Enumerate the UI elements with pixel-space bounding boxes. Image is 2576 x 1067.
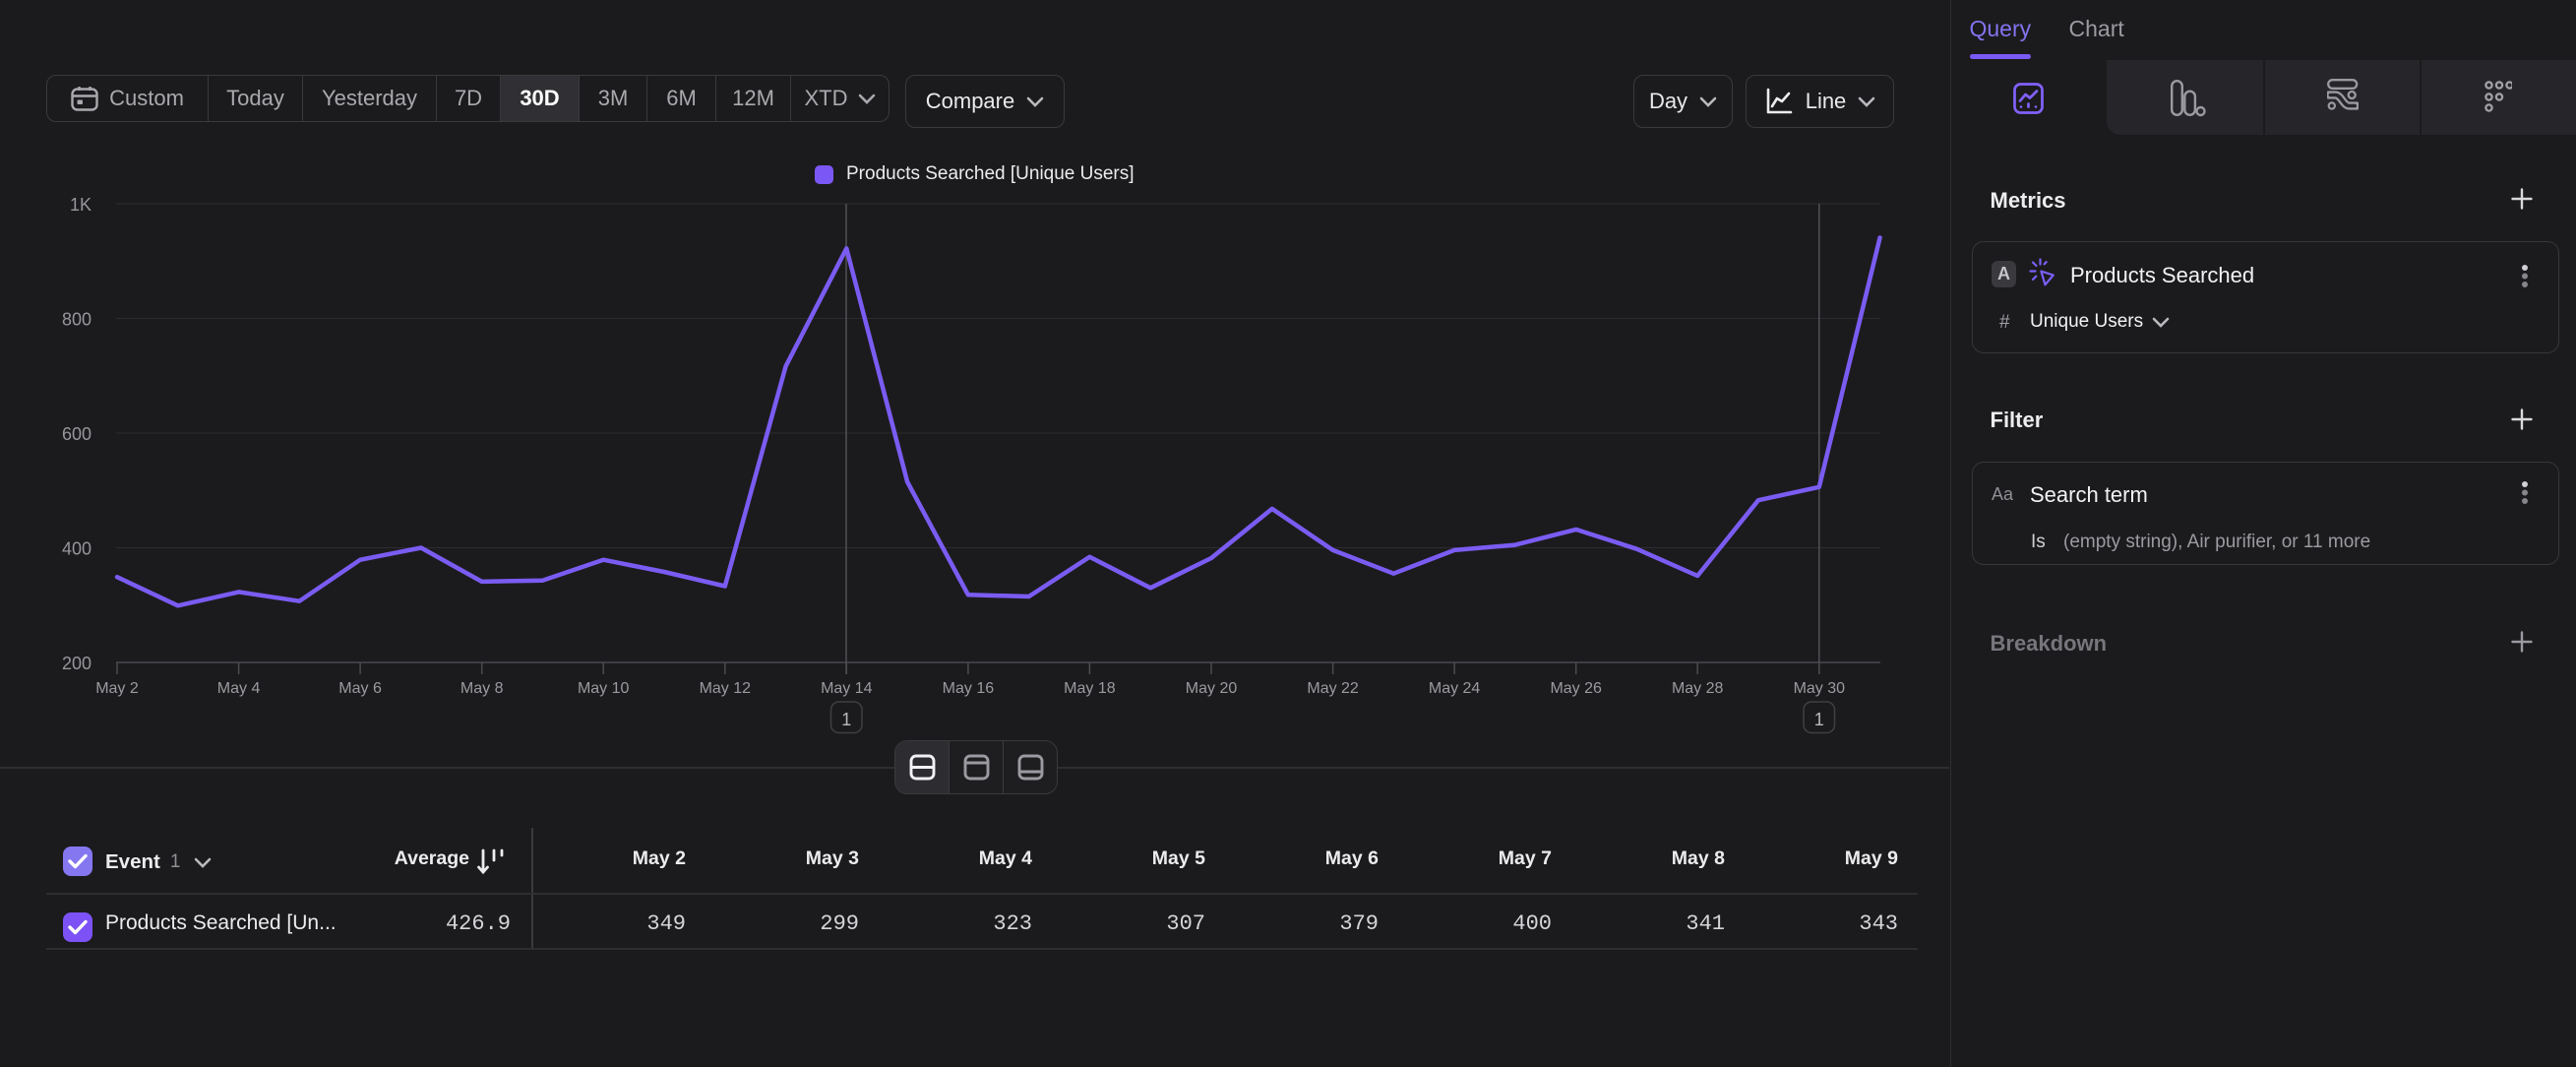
svg-text:May 26: May 26 (1550, 680, 1602, 697)
svg-text:May 8: May 8 (460, 680, 504, 697)
svg-text:May 12: May 12 (700, 680, 752, 697)
svg-text:May 16: May 16 (943, 680, 995, 697)
svg-text:May 2: May 2 (95, 680, 139, 697)
svg-text:600: 600 (62, 424, 92, 444)
svg-text:May 10: May 10 (578, 680, 630, 697)
svg-text:May 30: May 30 (1794, 680, 1846, 697)
svg-text:400: 400 (62, 539, 92, 559)
svg-text:May 20: May 20 (1186, 680, 1238, 697)
svg-text:1K: 1K (70, 195, 92, 215)
svg-text:May 4: May 4 (217, 680, 261, 697)
svg-text:200: 200 (62, 654, 92, 673)
svg-text:May 6: May 6 (338, 680, 382, 697)
svg-text:1: 1 (841, 710, 851, 729)
svg-text:800: 800 (62, 310, 92, 330)
svg-text:May 24: May 24 (1429, 680, 1481, 697)
svg-text:May 14: May 14 (821, 680, 873, 697)
svg-text:May 28: May 28 (1672, 680, 1724, 697)
svg-text:May 18: May 18 (1064, 680, 1116, 697)
svg-text:1: 1 (1814, 710, 1824, 729)
svg-text:May 22: May 22 (1307, 680, 1359, 697)
